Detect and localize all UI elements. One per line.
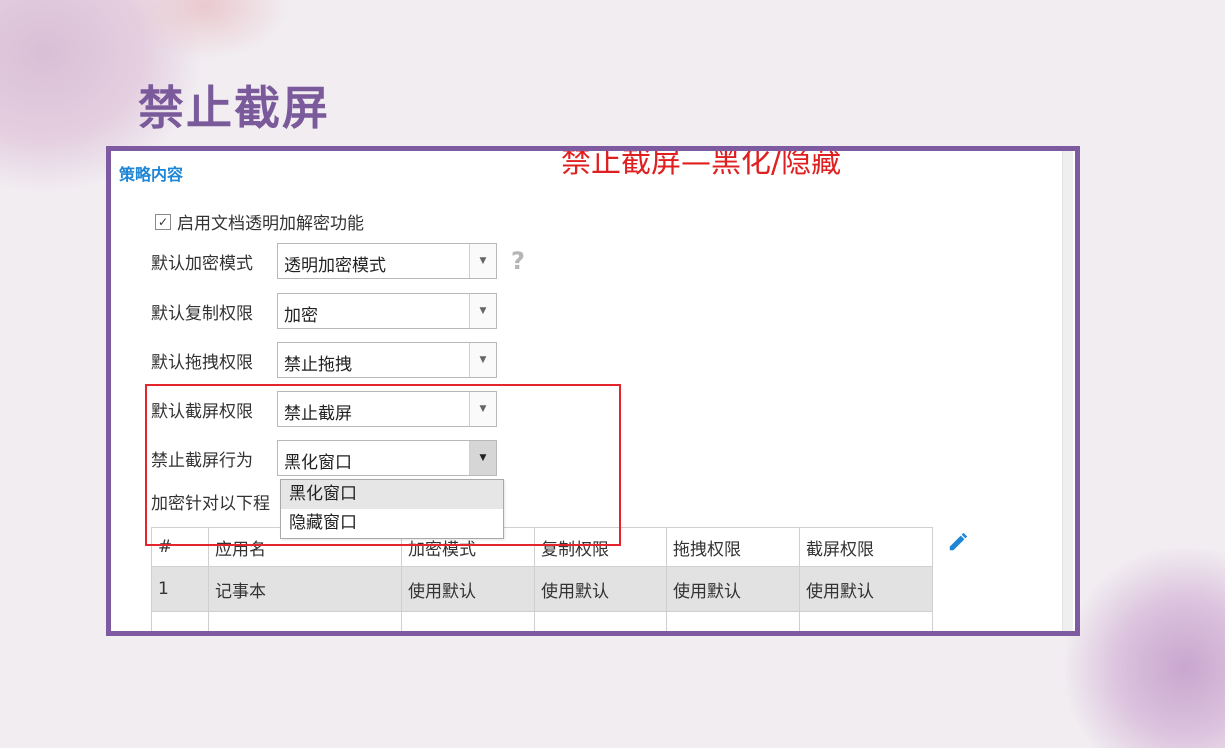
table-cell: 使用默认 (534, 566, 667, 612)
table-cell: 记事本 (208, 566, 402, 612)
table-cell: 使用默认 (799, 566, 933, 612)
enable-encryption-row[interactable]: ✓ 启用文档透明加解密功能 (155, 209, 364, 234)
copy-permission-label: 默认复制权限 (151, 303, 253, 324)
dropdown-option-hide[interactable]: 隐藏窗口 (281, 509, 503, 538)
form-row-screenshot-behavior: 禁止截屏行为 黑化窗口 ▼ (151, 440, 497, 476)
caret-down-icon[interactable]: ▼ (469, 392, 496, 426)
table-cell: 使用默认 (666, 566, 800, 612)
form-row-drag-permission: 默认拖拽权限 禁止拖拽 ▼ (151, 342, 497, 378)
section-title: 策略内容 (119, 165, 184, 184)
screenshot-frame: 禁止截屏—黑化/隐藏 策略内容 ✓ 启用文档透明加解密功能 默认加密模式 透明加… (106, 146, 1080, 636)
enable-encryption-label: 启用文档透明加解密功能 (177, 214, 364, 234)
screenshot-behavior-value: 黑化窗口 (284, 453, 352, 473)
vertical-scrollbar[interactable] (1062, 151, 1073, 631)
dropdown-option-blacken[interactable]: 黑化窗口 (281, 480, 503, 509)
drag-permission-value: 禁止拖拽 (284, 355, 352, 375)
screenshot-behavior-dropdown: 黑化窗口 隐藏窗口 (280, 479, 504, 539)
caret-down-icon[interactable]: ▼ (469, 244, 496, 278)
table-row[interactable]: 1 记事本 使用默认 使用默认 使用默认 使用默认 (151, 566, 933, 612)
decorative-watercolor-bottom-right (1065, 548, 1225, 748)
slide-title: 禁止截屏 (138, 81, 330, 135)
checkmark-icon: ✓ (157, 214, 169, 229)
question-mark-icon[interactable]: ? (511, 247, 525, 275)
form-row-copy-permission: 默认复制权限 加密 ▼ (151, 293, 497, 329)
column-header-screenshot-permission[interactable]: 截屏权限 (799, 527, 933, 567)
encrypt-mode-value: 透明加密模式 (284, 256, 386, 276)
enable-encryption-checkbox[interactable]: ✓ (155, 213, 171, 230)
encrypt-mode-select[interactable]: 透明加密模式 ▼ (277, 243, 497, 279)
copy-permission-select[interactable]: 加密 ▼ (277, 293, 497, 329)
screenshot-permission-select[interactable]: 禁止截屏 ▼ (277, 391, 497, 427)
caret-down-icon[interactable]: ▼ (469, 294, 496, 328)
table-cell: 1 (151, 566, 209, 612)
app-table: # 应用名 加密模式 复制权限 拖拽权限 截屏权限 1 记事本 使用默认 使用默… (151, 527, 933, 631)
screenshot-behavior-label: 禁止截屏行为 (151, 450, 253, 471)
screenshot-behavior-select[interactable]: 黑化窗口 ▼ (277, 440, 497, 476)
drag-permission-label: 默认拖拽权限 (151, 352, 253, 373)
form-row-encrypt-mode: 默认加密模式 透明加密模式 ▼ ? (151, 243, 525, 279)
encryption-target-note: 加密针对以下程 (151, 494, 270, 514)
pencil-icon[interactable] (947, 531, 969, 553)
column-header-index[interactable]: # (151, 527, 209, 567)
screenshot-permission-value: 禁止截屏 (284, 404, 352, 424)
table-row-empty (151, 611, 933, 631)
column-header-copy-permission[interactable]: 复制权限 (534, 527, 667, 567)
drag-permission-select[interactable]: 禁止拖拽 ▼ (277, 342, 497, 378)
table-header-row: # 应用名 加密模式 复制权限 拖拽权限 截屏权限 (151, 527, 933, 567)
caret-down-icon[interactable]: ▼ (469, 441, 496, 475)
decorative-watercolor-top (120, 0, 290, 60)
caret-down-icon[interactable]: ▼ (469, 343, 496, 377)
screenshot-permission-label: 默认截屏权限 (151, 401, 253, 422)
column-header-drag-permission[interactable]: 拖拽权限 (666, 527, 800, 567)
copy-permission-value: 加密 (284, 306, 318, 326)
form-row-screenshot-permission: 默认截屏权限 禁止截屏 ▼ (151, 391, 497, 427)
encrypt-mode-label: 默认加密模式 (151, 253, 253, 274)
banner-annotation: 禁止截屏—黑化/隐藏 (561, 146, 842, 180)
table-cell: 使用默认 (401, 566, 535, 612)
